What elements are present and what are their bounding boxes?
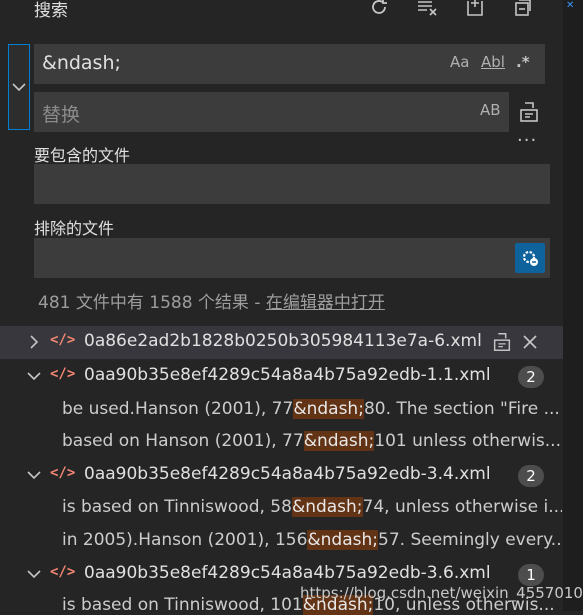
collapse-all-icon[interactable] xyxy=(510,0,536,20)
match-highlight: &ndash; xyxy=(303,431,375,451)
match-highlight: &ndash; xyxy=(291,497,363,517)
match-suffix: 101 unless otherwis... xyxy=(374,431,561,451)
match-line[interactable]: based on Hanson (2001), 77&ndash;101 unl… xyxy=(62,431,562,451)
preserve-case-icon[interactable]: AB xyxy=(480,101,501,119)
regex-icon[interactable]: .* xyxy=(516,53,530,71)
match-whole-word-icon[interactable]: Abl xyxy=(481,53,505,71)
match-suffix: 74, unless otherwise i... xyxy=(362,497,562,517)
exclude-label: 排除的文件 xyxy=(34,219,115,238)
exclude-input[interactable] xyxy=(34,238,550,278)
new-search-editor-icon[interactable] xyxy=(462,0,488,20)
match-count-badge: 1 xyxy=(518,564,544,586)
chevron-right-icon[interactable] xyxy=(24,332,44,352)
replace-all-in-file-icon[interactable] xyxy=(491,331,513,353)
results-summary: 481 文件中有 1588 个结果 - 在编辑器中打开 xyxy=(38,288,385,313)
include-label: 要包含的文件 xyxy=(34,146,131,165)
match-prefix: is based on Tinniswood, 101 xyxy=(62,595,303,615)
search-input[interactable]: &ndash; Aa Abl .* xyxy=(34,44,545,84)
watermark: https://blog.csdn.net/weixin_45570101 xyxy=(300,584,583,602)
dismiss-icon[interactable] xyxy=(521,333,539,351)
search-query: &ndash; xyxy=(42,52,121,74)
match-suffix: 57. Seemingly every... xyxy=(378,530,562,550)
close-icon: ✕ xyxy=(566,0,575,11)
chevron-down-icon[interactable] xyxy=(24,564,44,584)
file-result-row[interactable]: </> 0aa90b35e8ef4289c54a8a4b75a92edb-3.4… xyxy=(0,459,563,492)
file-name: 0aa90b35e8ef4289c54a8a4b75a92edb-3.4.xml xyxy=(84,464,491,484)
editor-edge: ✕ xyxy=(563,0,583,611)
match-prefix: based on Hanson (2001), 77 xyxy=(62,431,304,451)
match-highlight: &ndash; xyxy=(307,530,379,550)
include-input[interactable] xyxy=(34,164,550,204)
file-result-row[interactable]: </> 0a86e2ad2b1828b0250b305984113e7a-6.x… xyxy=(0,326,563,359)
file-result-row[interactable]: </> 0aa90b35e8ef4289c54a8a4b75a92edb-1.1… xyxy=(0,360,563,393)
chevron-down-icon[interactable] xyxy=(24,366,44,386)
replace-input[interactable]: 替换 AB xyxy=(34,92,509,132)
match-case-icon[interactable]: Aa xyxy=(450,53,469,71)
match-line[interactable]: in 2005).Hanson (2001), 156&ndash;57. Se… xyxy=(62,530,562,550)
results-count-text: 481 文件中有 1588 个结果 - xyxy=(38,293,266,313)
clear-results-icon[interactable] xyxy=(414,0,440,20)
match-line[interactable]: be used.Hanson (2001), 77&ndash;80. The … xyxy=(62,399,562,419)
replace-placeholder: 替换 xyxy=(42,104,81,126)
match-highlight: &ndash; xyxy=(293,399,364,419)
match-prefix: be used.Hanson (2001), 77 xyxy=(62,399,294,419)
file-name: 0aa90b35e8ef4289c54a8a4b75a92edb-1.1.xml xyxy=(84,365,491,385)
refresh-icon[interactable] xyxy=(366,0,392,20)
panel-title: 搜索 xyxy=(34,1,68,21)
match-line[interactable]: is based on Tinniswood, 58&ndash;74, unl… xyxy=(62,497,562,517)
more-options-icon[interactable]: ··· xyxy=(517,130,537,151)
match-count-badge: 2 xyxy=(518,465,544,487)
file-name: 0a86e2ad2b1828b0250b305984113e7a-6.xml xyxy=(84,331,482,351)
file-name: 0aa90b35e8ef4289c54a8a4b75a92edb-3.6.xml xyxy=(84,563,491,583)
open-in-editor-link[interactable]: 在编辑器中打开 xyxy=(266,293,385,313)
xml-file-icon: </> xyxy=(50,564,76,580)
match-prefix: in 2005).Hanson (2001), 156 xyxy=(62,530,308,550)
use-exclude-settings-icon[interactable] xyxy=(515,243,545,273)
xml-file-icon: </> xyxy=(50,465,76,481)
chevron-down-icon[interactable] xyxy=(24,465,44,485)
match-suffix: 80. The section "Fire ... xyxy=(363,399,560,419)
match-count-badge: 2 xyxy=(518,366,544,388)
xml-file-icon: </> xyxy=(50,332,76,348)
replace-all-icon[interactable] xyxy=(517,100,541,124)
match-prefix: is based on Tinniswood, 58 xyxy=(62,497,292,517)
toggle-replace-button[interactable] xyxy=(8,44,30,130)
xml-file-icon: </> xyxy=(50,366,76,382)
